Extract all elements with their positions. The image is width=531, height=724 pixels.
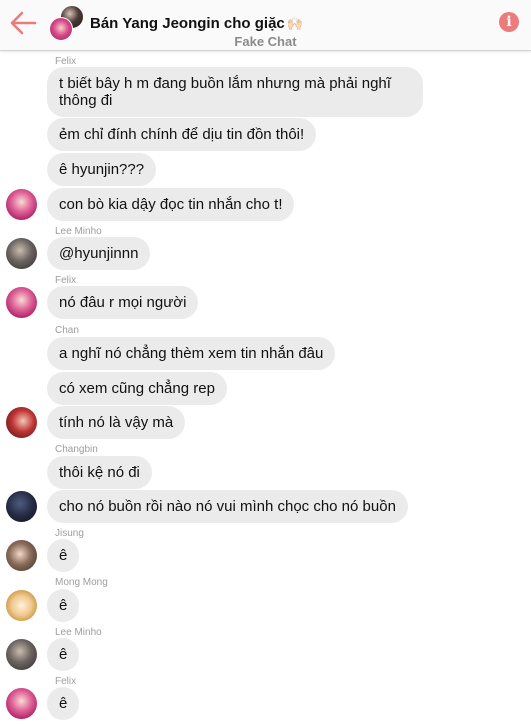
sender-name: Jisung — [55, 528, 84, 539]
avatar[interactable] — [6, 590, 37, 621]
chat-title-text: Bán Yang Jeongin cho giặc — [90, 15, 285, 32]
avatar[interactable] — [6, 491, 37, 522]
message-bubble[interactable]: ê — [47, 539, 80, 572]
message-bubble[interactable]: cho nó buồn rồi nào nó vui mình chọc cho… — [47, 490, 408, 523]
chat-header: Bán Yang Jeongin cho giặc 🙌🏻 Fake Chat i — [0, 0, 531, 51]
avatar[interactable] — [6, 238, 37, 269]
message-bubble[interactable]: tính nó là vậy mà — [47, 406, 186, 439]
avatar[interactable] — [6, 407, 37, 438]
message-bubble[interactable]: ẻm chỉ đính chính để dịu tin đồn thôi! — [47, 118, 317, 151]
message-bubble[interactable]: t biết bây h m đang buồn lắm nhưng mà ph… — [47, 67, 423, 117]
avatar[interactable] — [6, 688, 37, 719]
sender-name: Felix — [55, 275, 77, 286]
message-bubble[interactable]: con bò kia dậy đọc tin nhắn cho t! — [47, 188, 295, 221]
raised-hands-icon: 🙌🏻 — [286, 16, 303, 31]
sender-name: Lee Minho — [55, 627, 102, 638]
avatar[interactable] — [6, 189, 37, 220]
sender-name: Chan — [55, 325, 79, 336]
info-icon[interactable]: i — [499, 12, 519, 32]
message-bubble[interactable]: có xem cũng chẳng rep — [47, 372, 227, 405]
message-bubble[interactable]: ê — [47, 638, 80, 671]
avatar[interactable] — [6, 540, 37, 571]
message-list[interactable]: Felix t biết bây h m đang buồn lắm nhưng… — [0, 51, 531, 724]
message-bubble[interactable]: nó đâu r mọi người — [47, 286, 199, 319]
sender-name: Lee Minho — [55, 226, 102, 237]
message-bubble[interactable]: ê — [47, 687, 80, 720]
sender-name: Mong Mong — [55, 577, 108, 588]
sender-name: Changbin — [55, 444, 98, 455]
sender-name: Felix — [55, 56, 77, 67]
arrow-left-icon[interactable] — [8, 9, 38, 37]
message-bubble[interactable]: @hyunjinnn — [47, 237, 151, 270]
message-bubble[interactable]: ê — [47, 589, 80, 622]
sender-name: Felix — [55, 676, 77, 687]
chat-title[interactable]: Bán Yang Jeongin cho giặc 🙌🏻 — [90, 15, 303, 32]
message-bubble[interactable]: a nghĩ nó chẳng thèm xem tin nhắn đâu — [47, 337, 336, 370]
chat-subtitle: Fake Chat — [234, 34, 297, 49]
message-bubble[interactable]: thôi kệ nó đi — [47, 456, 152, 489]
avatar[interactable] — [6, 287, 37, 318]
avatar[interactable] — [6, 639, 37, 670]
message-bubble[interactable]: ê hyunjin??? — [47, 153, 157, 186]
